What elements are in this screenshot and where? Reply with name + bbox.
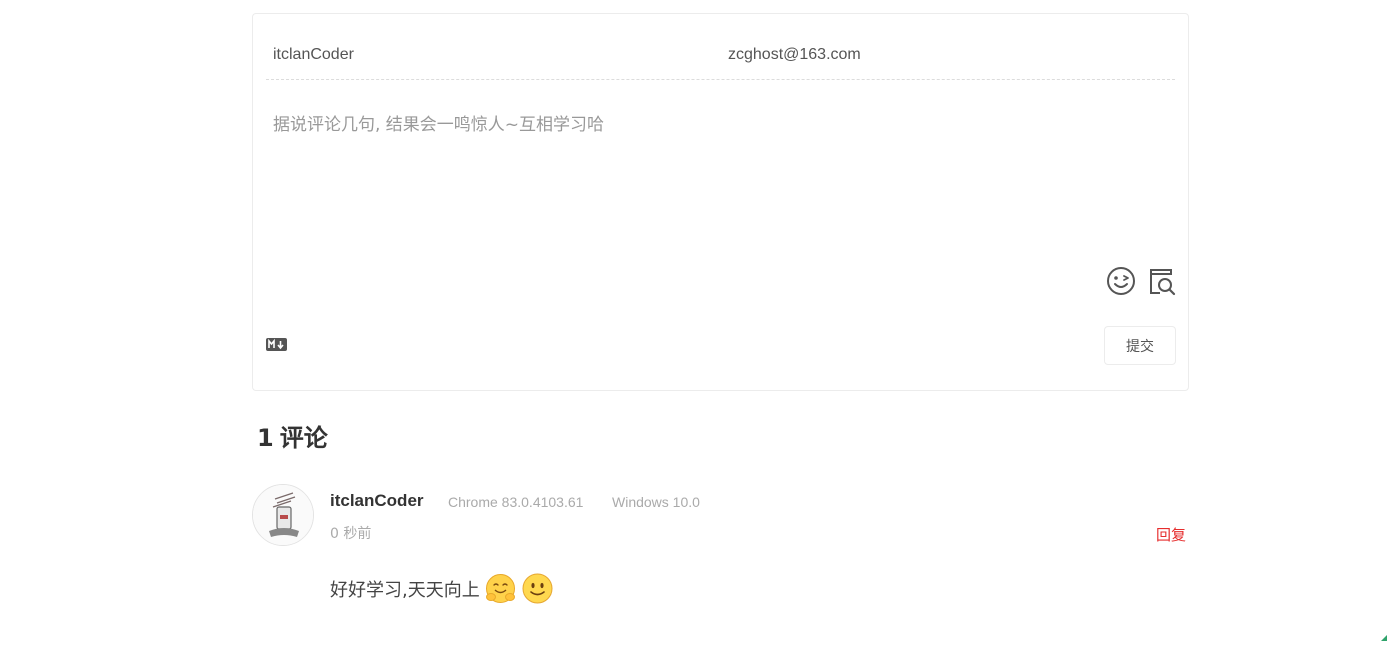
nickname-input[interactable] — [273, 44, 693, 66]
preview-icon[interactable] — [1147, 266, 1177, 296]
comment-browser: Chrome 83.0.4103.61 — [448, 494, 584, 510]
comment-time: 0 秒前 — [330, 526, 372, 542]
comments-count: 1 — [257, 424, 274, 452]
comment-textarea[interactable]: 据说评论几句, 结果会一鸣惊人~互相学习哈 — [273, 110, 1153, 250]
avatar — [252, 484, 314, 546]
email-input[interactable] — [728, 44, 1148, 66]
comment-text: 好好学习,天天向上 — [330, 572, 554, 605]
comment-form: 据说评论几句, 结果会一鸣惊人~互相学习哈 提交 — [252, 13, 1189, 391]
emoji-picker-icon[interactable] — [1106, 266, 1136, 296]
comment-text-content: 好好学习,天天向上 — [330, 579, 480, 601]
corner-indicator-icon — [1381, 628, 1387, 641]
markdown-icon[interactable] — [266, 338, 287, 351]
comments-count-label: 评论 — [279, 424, 328, 452]
reply-link[interactable]: 回复 — [1156, 524, 1186, 545]
hug-emoji-icon — [484, 572, 517, 605]
smile-emoji-icon — [521, 572, 554, 605]
meta-row — [266, 14, 1175, 80]
comment-author[interactable]: itclanCoder — [330, 491, 424, 511]
comment-os: Windows 10.0 — [612, 494, 700, 510]
comments-count-heading: 1 评论 — [257, 418, 328, 453]
submit-button[interactable]: 提交 — [1104, 326, 1176, 365]
